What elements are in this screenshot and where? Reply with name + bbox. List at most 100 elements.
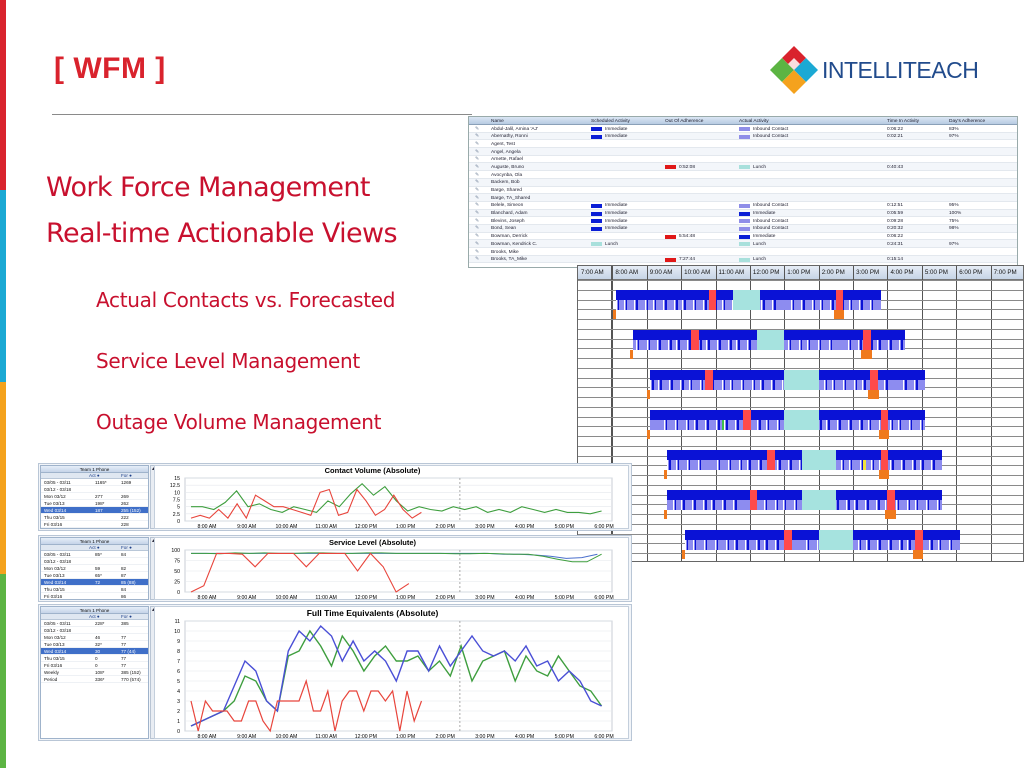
- contact-volume-panel: Team 1 Phone Act ● For ● 03/05 - 03/11 1165*…: [38, 463, 632, 531]
- adherence-row[interactable]: ✎ Bowman, Kendrick C. Lunch Lunch 0:24:31 97%: [469, 240, 1017, 248]
- activity-tick: [663, 419, 665, 431]
- summary-row[interactable]: Wed 03/14 30 77 (44): [41, 648, 148, 655]
- actual-column-header[interactable]: Act ●: [89, 614, 100, 619]
- actual-activity: Inbound Contact: [753, 218, 789, 224]
- summary-row[interactable]: Mon 03/12 277 269: [41, 493, 148, 500]
- adherence-col-header[interactable]: Day's Adherence: [949, 119, 985, 124]
- summary-row[interactable]: Tue 03/13 198* 262: [41, 500, 148, 507]
- summary-row-label: Tue 03/13: [44, 501, 65, 506]
- summary-row[interactable]: Period 336* 770 (574): [41, 676, 148, 683]
- summary-row[interactable]: Fri 03/16 228: [41, 521, 148, 528]
- adherence-row[interactable]: ✎ Angel, Angela: [469, 148, 1017, 156]
- actual-column-header[interactable]: Act ●: [89, 545, 100, 550]
- activity-tick: [723, 299, 726, 311]
- adherence-col-header[interactable]: Time In Activity: [887, 119, 919, 124]
- adherence-row[interactable]: ✎ Agent, Test: [469, 140, 1017, 149]
- summary-row[interactable]: Thu 03/15 222: [41, 514, 148, 521]
- activity-tick: [676, 299, 678, 311]
- adherence-row[interactable]: ✎ Backem, Bob: [469, 178, 1017, 187]
- forecast-column-header[interactable]: For ●: [121, 545, 132, 550]
- summary-row[interactable]: Mon 03/12 46 77: [41, 634, 148, 641]
- adherence-row[interactable]: ✎ Avocynba, Ola: [469, 171, 1017, 179]
- summary-row[interactable]: Thu 03/15 0 77: [41, 655, 148, 662]
- agent-name: Barge, TA_Shared: [491, 195, 531, 201]
- summary-row[interactable]: 03/05 - 03/11 228* 385: [41, 620, 148, 627]
- activity-tick: [699, 379, 701, 391]
- agent-name: Bond, Sean: [491, 226, 517, 232]
- activity-tick: [723, 379, 726, 391]
- summary-actual-value: 85*: [95, 552, 102, 557]
- activity-tick: [897, 499, 900, 511]
- summary-row[interactable]: Wed 03/14 72 85 (88): [41, 579, 148, 586]
- adherence-row[interactable]: ✎ Belele, Simeon Immediate Inbound Contact 0…: [469, 202, 1017, 210]
- adherence-row[interactable]: ✎ Blevins, Joseph Immediate Inbound Contact…: [469, 217, 1017, 225]
- adherence-row[interactable]: ✎ Auguste, Bruno 0:52:08 Lunch 0:40:43: [469, 163, 1017, 172]
- summary-row[interactable]: 03/05 - 03/11 1165* 1269: [41, 479, 148, 486]
- summary-forecast-value: 262: [121, 501, 129, 506]
- summary-actual-value: 336*: [95, 677, 105, 682]
- summary-row[interactable]: Tue 03/13 32* 77: [41, 641, 148, 648]
- scheduled-activity: Immediate: [605, 203, 628, 209]
- summary-row[interactable]: 03/12 - 03/18: [41, 486, 148, 493]
- gantt-hour-label: 3:00 PM: [856, 269, 880, 276]
- adherence-row[interactable]: ✎ Abernathy, Ronni Immediate Inbound Contac…: [469, 132, 1017, 141]
- summary-row[interactable]: Wed 03/14 187 255 (152): [41, 507, 148, 514]
- activity-tick: [788, 459, 790, 471]
- activity-tick: [659, 339, 661, 351]
- y-tick-label: 50: [174, 569, 180, 575]
- bullet-actual-contacts: Actual Contacts vs. Forecasted: [96, 288, 396, 312]
- adherence-col-header[interactable]: Out Of Adherence: [665, 119, 703, 124]
- activity-tick: [636, 299, 638, 311]
- adherence-table-header: Name Scheduled Activity Out Of Adherence Ac…: [469, 117, 1017, 125]
- adherence-row[interactable]: ✎ Brooks, Mike: [469, 248, 1017, 256]
- summary-row[interactable]: Mon 03/12 59 82: [41, 565, 148, 572]
- activity-tick: [823, 379, 825, 391]
- summary-row[interactable]: 03/12 - 03/18: [41, 558, 148, 565]
- summary-row[interactable]: 03/12 - 03/18: [41, 627, 148, 634]
- adherence-row[interactable]: ✎ Brooks, TA_Mike 7:27:44 Lunch 0:15:14: [469, 255, 1017, 264]
- scheduled-activity: Immediate: [605, 211, 628, 217]
- adherence-row[interactable]: ✎ Arnette, Rafael: [469, 156, 1017, 164]
- forecast-column-header[interactable]: For ●: [121, 473, 132, 478]
- actual-column-header[interactable]: Act ●: [89, 473, 100, 478]
- actual-activity: Immediate: [753, 211, 776, 217]
- actual-activity-swatch: [739, 127, 750, 131]
- adherence-col-header[interactable]: Name: [491, 119, 504, 124]
- y-tick-label: 75: [174, 559, 180, 565]
- summary-row[interactable]: Weekly 108* 385 (152): [41, 669, 148, 676]
- activity-tick: [861, 299, 863, 311]
- summary-row[interactable]: Fri 03/16 0 77: [41, 662, 148, 669]
- activity-tick: [865, 499, 867, 511]
- activity-tick: [855, 379, 858, 391]
- adherence-col-header[interactable]: Actual Activity: [739, 119, 769, 124]
- adherence-row[interactable]: ✎ Barge, TA_Shared: [469, 194, 1017, 202]
- adherence-col-header[interactable]: Scheduled Activity: [591, 119, 630, 124]
- actual-activity-swatch: [739, 242, 750, 247]
- gantt-hour-label: 7:00 PM: [993, 269, 1017, 276]
- activity-tick: [776, 419, 778, 431]
- adherence-row[interactable]: ✎ Barge, Shared: [469, 187, 1017, 195]
- adherence-row[interactable]: ✎ Abdul-Jalil, Amina 'AJ' Immediate Inbound…: [469, 125, 1017, 133]
- adherence-row[interactable]: ✎ Blanchard, Adam Immediate Immediate 0:05:5…: [469, 209, 1017, 218]
- activity-tick: [909, 539, 911, 551]
- edge-color-bar: [0, 0, 6, 768]
- activity-tick: [922, 459, 924, 471]
- actual-lunch-bar: [818, 539, 854, 551]
- forecast-column-header[interactable]: For ●: [121, 614, 132, 619]
- summary-row[interactable]: Tue 03/13 65* 87: [41, 572, 148, 579]
- gantt-gridline: [956, 266, 958, 561]
- adherence-row[interactable]: ✎ Bond, Sean Immediate Inbound Contact 0:20:…: [469, 224, 1017, 233]
- summary-row[interactable]: Fri 03/16 86: [41, 593, 148, 599]
- activity-tick: [648, 339, 651, 351]
- summary-actual-value: 59: [95, 566, 101, 571]
- activity-tick: [686, 539, 689, 551]
- summary-table-title: Team 1 Phone: [41, 607, 148, 614]
- summary-row[interactable]: Weekly660*1216 (661): [41, 528, 148, 529]
- adherence-row[interactable]: ✎ Bowman, Derrick 5:54:48 Immediate 0:06:22: [469, 233, 1017, 241]
- summary-row[interactable]: 03/05 - 03/11 85* 84: [41, 551, 148, 558]
- activity-tick: [782, 499, 784, 511]
- exception-mark: [630, 350, 633, 360]
- summary-row[interactable]: Thu 03/15 84: [41, 586, 148, 593]
- activity-tick: [726, 419, 728, 431]
- activity-tick: [776, 499, 779, 511]
